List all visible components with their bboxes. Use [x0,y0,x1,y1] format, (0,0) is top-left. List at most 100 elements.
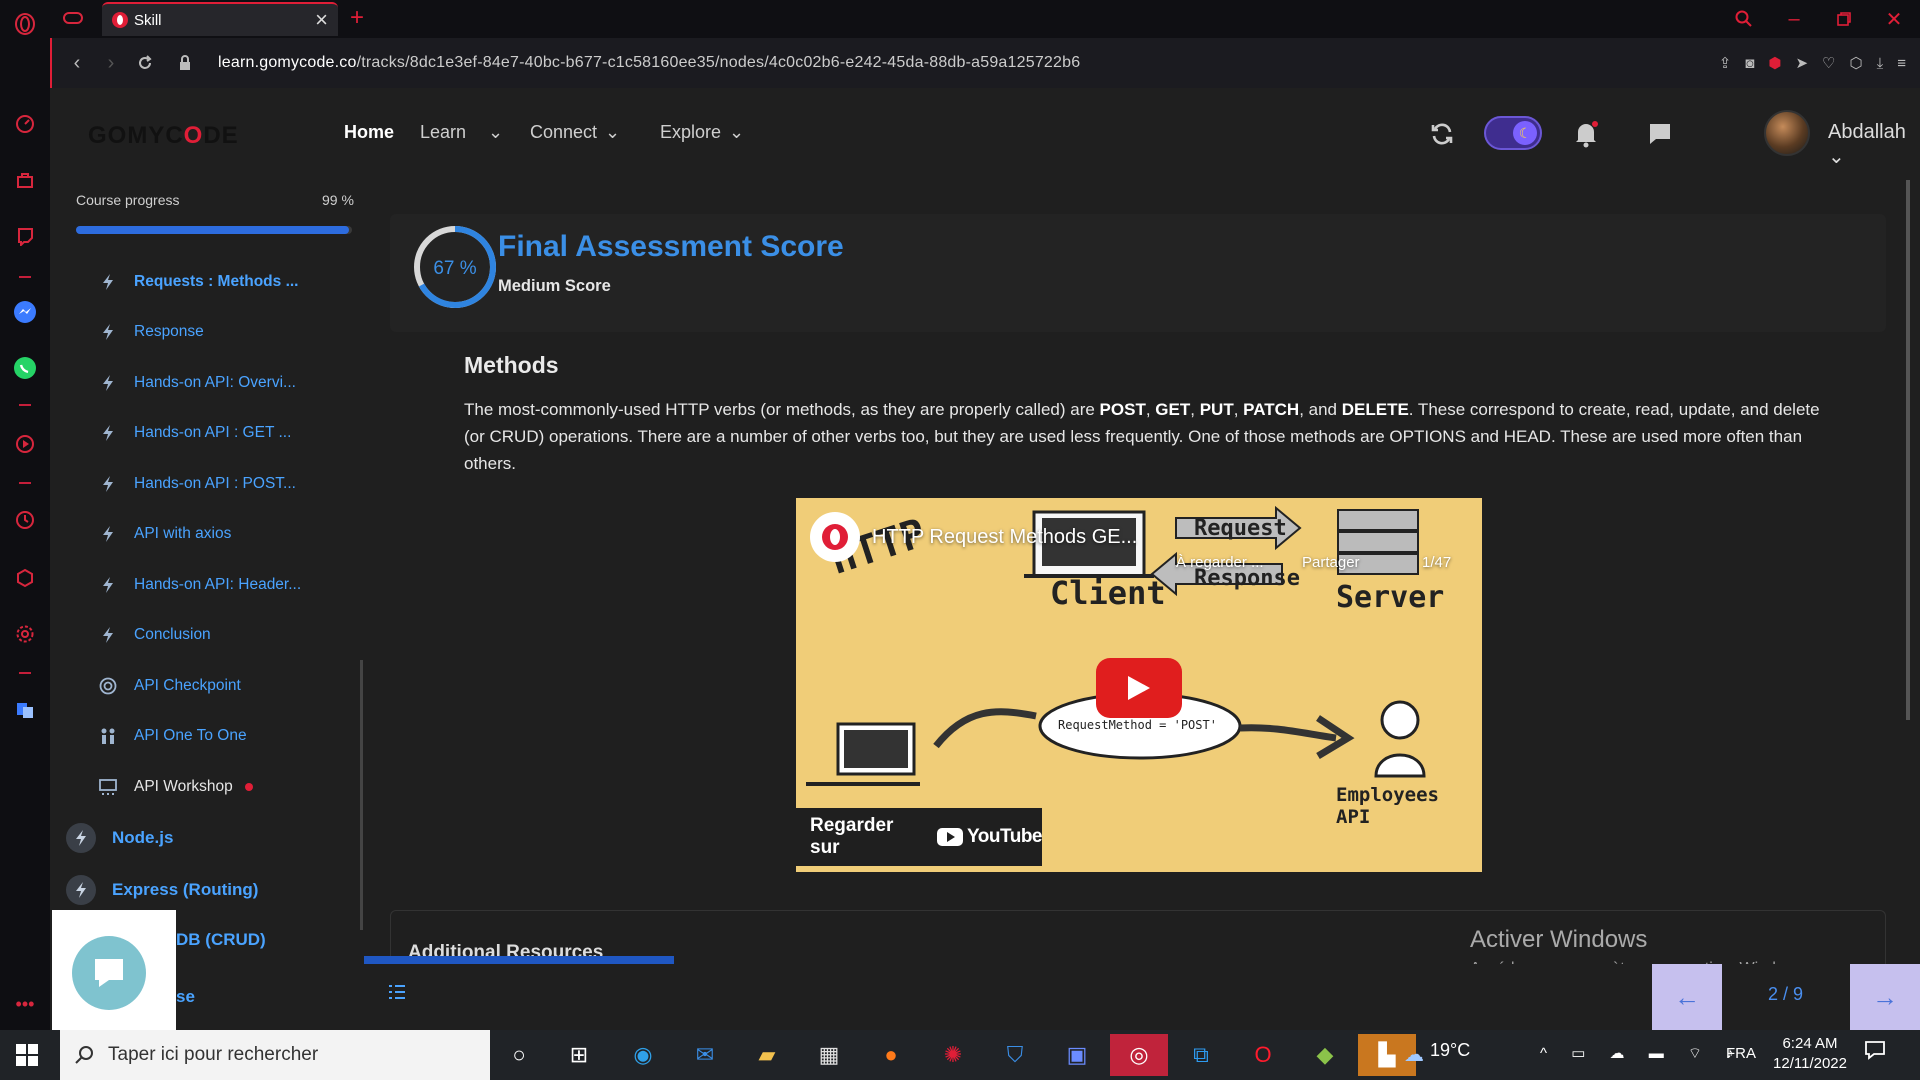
nav-explore[interactable]: Explore ⌄ [660,122,744,143]
widgets-icon[interactable]: ⊞ [550,1034,608,1076]
chevron-down-icon: ⌄ [488,122,504,142]
whatsapp-icon[interactable] [11,354,39,382]
edge-icon[interactable]: ◉ [614,1034,672,1076]
close-window-icon[interactable]: ✕ [1880,6,1908,32]
reload-icon[interactable] [130,48,160,78]
speed-dial-icon[interactable] [11,110,39,138]
messenger-icon[interactable] [11,298,39,326]
forward-icon[interactable]: › [96,48,126,78]
gaming-icon[interactable] [62,8,84,28]
arrow-right-icon: → [1872,981,1898,1012]
video-title[interactable]: HTTP Request Methods GE... [872,526,1137,549]
notification-center-icon[interactable] [1864,1040,1886,1060]
channel-logo[interactable] [810,512,860,562]
vpn-shield-icon[interactable]: ⬢ [1768,54,1781,72]
bell-icon[interactable] [1566,114,1606,154]
content-scrollbar[interactable] [1906,180,1910,720]
new-tab-icon[interactable]: + [350,4,364,32]
play-button[interactable] [1096,658,1182,718]
tab-skill[interactable]: Skill × [102,2,338,36]
windows-start-icon[interactable] [16,1044,38,1066]
youtube-video-embed[interactable]: HTTP Request Response Client Server Requ… [796,498,1482,872]
taskbar-search-input[interactable]: Taper ici pour rechercher [60,1030,490,1080]
share-button[interactable]: Partager [1302,554,1360,571]
sidebar-item-api-axios[interactable]: API with axios [82,516,352,552]
sidebar-module-express[interactable]: Express (Routing) [66,870,356,910]
chevron-down-icon: ⌄ [729,122,745,142]
mail-icon[interactable]: ✉ [676,1034,734,1076]
sidebar-item-api-checkpoint[interactable]: API Checkpoint [82,668,352,704]
minimize-icon[interactable]: – [1780,6,1808,32]
next-page-button[interactable]: → [1850,964,1920,1030]
player-icon[interactable] [11,430,39,458]
windows-activation-title: Activer Windows [1470,926,1648,953]
sidebar-item-conclusion[interactable]: Conclusion [82,617,352,653]
watch-later-button[interactable]: À regarder ... [1176,554,1264,571]
nav-connect[interactable]: Connect ⌄ [530,122,620,143]
menu-icon[interactable]: ≡ [1897,55,1906,72]
sidebar-item-handson-overview[interactable]: Hands-on API: Overvi... [82,365,352,401]
task-view-icon[interactable]: ○ [490,1034,548,1076]
taskbar-language[interactable]: FRA [1726,1045,1756,1062]
history-icon[interactable] [11,506,39,534]
teams-icon[interactable]: ▣ [1048,1034,1106,1076]
opera-gx-taskbar-icon[interactable]: ◎ [1110,1034,1168,1076]
translate-icon[interactable] [11,696,39,724]
back-icon[interactable]: ‹ [62,48,92,78]
more-icon[interactable]: ••• [11,990,39,1018]
sidebar-scrollbar[interactable] [360,660,363,930]
sidebar-module-partial[interactable]: se [176,987,195,1007]
username-menu[interactable]: Abdallah ⌄ [1828,121,1920,169]
sidebar-item-requests-methods[interactable]: Requests : Methods ... [82,264,352,300]
defender-icon[interactable]: ⛉ [986,1034,1044,1076]
sidebar-item-api-one-to-one[interactable]: API One To One [82,718,352,754]
opera-taskbar-icon[interactable]: O [1234,1034,1292,1076]
sidebar-item-handson-post[interactable]: Hands-on API : POST... [82,466,352,502]
taskbar-clock[interactable]: 6:24 AM 12/11/2022 [1770,1034,1850,1074]
nav-learn[interactable]: Learn ⌄ [420,122,503,143]
gitkraken-icon[interactable]: ◆ [1296,1034,1354,1076]
restore-icon[interactable] [1830,6,1858,32]
table-of-contents-icon[interactable] [388,984,406,1000]
refresh-icon[interactable] [1422,114,1462,154]
taskbar-weather[interactable]: 19°C [1430,1040,1470,1061]
sidebar-item-api-workshop[interactable]: API Workshop [82,769,352,805]
sidebar-item-handson-header[interactable]: Hands-on API: Header... [82,567,352,603]
store-icon[interactable]: ▦ [800,1034,858,1076]
download-icon[interactable]: ⤓ [1877,55,1884,72]
camera-icon[interactable]: ◙ [1745,55,1754,72]
extensions-icon[interactable] [11,564,39,592]
dark-mode-toggle[interactable]: ☾ [1484,116,1542,150]
shopping-icon[interactable] [11,166,39,194]
security-app-icon[interactable]: ✺ [924,1034,982,1076]
close-tab-icon[interactable]: × [315,7,328,33]
previous-page-button[interactable]: ← [1652,964,1722,1030]
section-heading: Methods [464,352,559,378]
sidebar-item-handson-get[interactable]: Hands-on API : GET ... [82,415,352,451]
file-explorer-icon[interactable]: ▰ [738,1034,796,1076]
score-card: 67 % Final Assessment Score Medium Score [390,214,1886,332]
url-field[interactable]: learn.gomycode.co/tracks/8dc1e3ef-84e7-4… [218,54,1080,72]
box-icon[interactable]: ⬡ [1849,54,1862,72]
gomycode-logo[interactable]: GOMYCODE [88,122,239,150]
lock-icon[interactable] [170,48,200,78]
share-icon[interactable]: ⇪ [1719,54,1732,72]
avatar[interactable] [1764,110,1810,156]
support-chat-button[interactable] [72,936,146,1010]
sidebar-module-partial[interactable]: DB (CRUD) [176,930,266,950]
vscode-icon[interactable]: ⧉ [1172,1034,1230,1076]
playlist-counter[interactable]: 1/47 [1422,554,1451,571]
chat-icon[interactable] [1640,114,1680,154]
search-tabs-icon[interactable] [1730,6,1758,32]
watch-on-youtube-button[interactable]: Regarder sur YouTube [796,808,1042,866]
heart-icon[interactable]: ♡ [1822,54,1835,72]
system-tray-icons[interactable]: ^ ▭ ☁ ▬ ⌔ ♪ [1540,1044,1744,1063]
opera-logo-icon[interactable] [11,10,39,38]
sidebar-module-nodejs[interactable]: Node.js [66,818,356,858]
settings-icon[interactable] [11,620,39,648]
nav-home[interactable]: Home [344,122,394,143]
sidebar-item-response[interactable]: Response [82,314,352,350]
twitch-icon[interactable] [11,222,39,250]
send-icon[interactable]: ➤ [1795,54,1808,72]
firefox-icon[interactable]: ● [862,1034,920,1076]
